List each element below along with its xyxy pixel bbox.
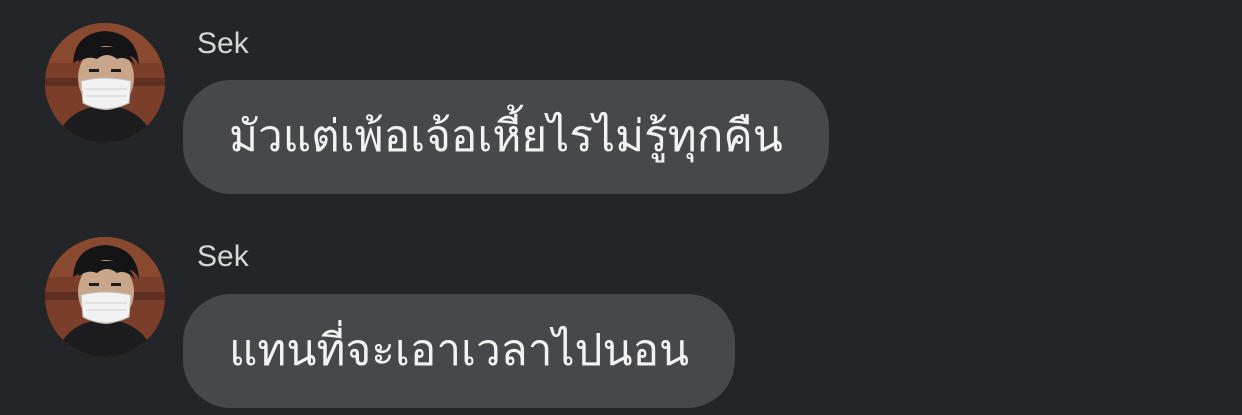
chat-thread: Sek มัวแต่เพ้อเจ้อเหี้ยไรไม่รู้ทุกคืน Se… (0, 0, 1242, 415)
user-avatar-icon (45, 237, 165, 357)
avatar[interactable] (45, 23, 165, 143)
sender-name: Sek (197, 27, 249, 60)
message-bubble[interactable]: มัวแต่เพ้อเจ้อเหี้ยไรไม่รู้ทุกคืน (183, 80, 829, 194)
avatar[interactable] (45, 237, 165, 357)
message-text: มัวแต่เพ้อเจ้อเหี้ยไรไม่รู้ทุกคืน (229, 111, 783, 162)
user-avatar-icon (45, 23, 165, 143)
sender-name: Sek (197, 240, 249, 273)
message-bubble[interactable]: แทนที่จะเอาเวลาไปนอน (183, 294, 736, 408)
message-text: แทนที่จะเอาเวลาไปนอน (229, 325, 690, 376)
